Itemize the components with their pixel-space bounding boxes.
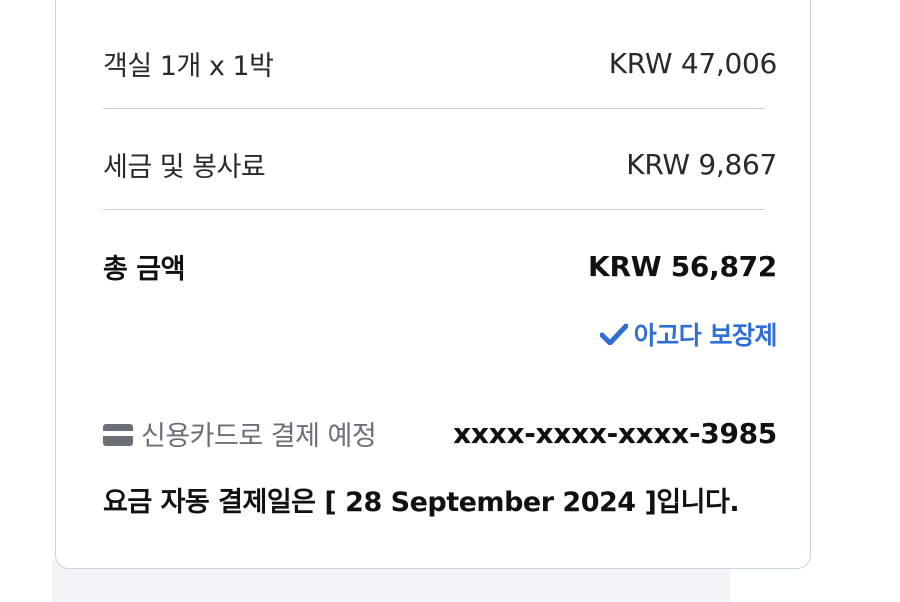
checkmark-icon	[599, 323, 628, 345]
tax-price: KRW 9,867	[626, 147, 777, 181]
payment-due-notice: 요금 자동 결제일은 [ 28 September 2024 ]입니다.	[103, 487, 740, 518]
rooms-row: 객실 1개 x 1박 KRW 47,006	[103, 40, 777, 86]
payment-method-row: 신용카드로 결제 예정 xxxx-xxxx-xxxx-3985	[103, 410, 777, 456]
tax-row: 세금 및 봉사료 KRW 9,867	[103, 141, 777, 187]
payment-method: 신용카드로 결제 예정	[103, 414, 377, 453]
divider	[103, 108, 765, 109]
guarantee-label: 아고다 보장제	[633, 321, 778, 350]
payment-method-label: 신용카드로 결제 예정	[141, 420, 377, 452]
divider	[103, 209, 765, 210]
credit-card-icon	[103, 422, 133, 446]
tax-label: 세금 및 봉사료	[103, 151, 266, 183]
rooms-price: KRW 47,006	[608, 46, 778, 80]
agoda-guarantee-link[interactable]: 아고다 보장제	[599, 316, 778, 352]
total-label: 총 금액	[103, 253, 185, 285]
total-row: 총 금액 KRW 56,872	[103, 243, 777, 289]
card-number: xxxx-xxxx-xxxx-3985	[453, 416, 777, 450]
rooms-label: 객실 1개 x 1박	[103, 50, 274, 82]
total-price: KRW 56,872	[588, 249, 777, 283]
